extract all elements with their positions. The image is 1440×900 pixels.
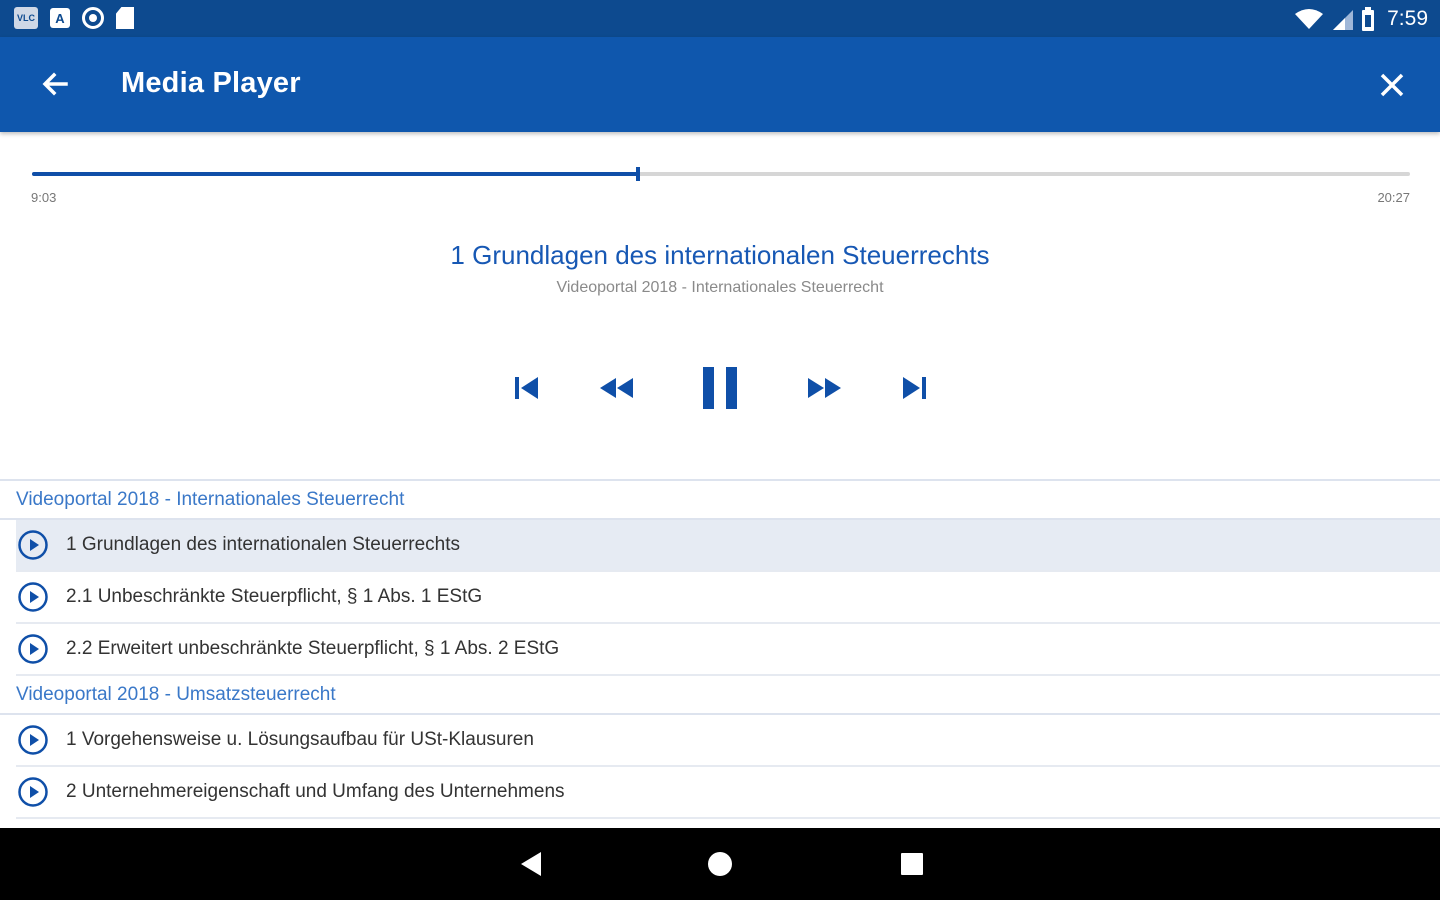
signal-icon [1333, 10, 1354, 30]
playlist-item[interactable]: 2.2 Erweitert unbeschränkte Steuerpflich… [16, 624, 1440, 676]
rewind-button[interactable] [593, 368, 641, 408]
skip-next-button[interactable] [892, 368, 936, 408]
playlist-item-label: 2 Unternehmereigenschaft und Umfang des … [66, 781, 565, 802]
playlist-item-partial[interactable] [16, 819, 1440, 828]
status-bar: VLC A 7:59 [0, 0, 1440, 37]
play-circle-icon [18, 582, 48, 612]
skip-previous-icon [515, 377, 538, 399]
skip-previous-button[interactable] [505, 368, 549, 408]
close-icon [1380, 73, 1404, 97]
system-nav-bar [0, 828, 1440, 900]
nav-recents-icon [901, 853, 923, 875]
fast-forward-icon [808, 378, 841, 398]
vlc-icon-label: VLC [17, 13, 35, 23]
nav-recents-button[interactable] [894, 846, 930, 882]
pause-button[interactable] [690, 355, 750, 421]
now-playing-subtitle: Videoportal 2018 - Internationales Steue… [556, 279, 884, 296]
skip-next-icon [903, 377, 926, 399]
time-total: 20:27 [1377, 190, 1410, 205]
seek-bar[interactable] [32, 167, 1410, 181]
nav-home-icon [708, 852, 732, 876]
playlist-group-header: Videoportal 2018 - Umsatzsteuerrecht [0, 676, 1440, 715]
play-circle-icon [18, 777, 48, 807]
vlc-icon: VLC [14, 7, 38, 29]
playlist-item[interactable]: 2 Unternehmereigenschaft und Umfang des … [16, 767, 1440, 819]
wifi-icon [1295, 9, 1324, 29]
battery-icon [1362, 7, 1375, 31]
close-button[interactable] [1372, 65, 1412, 105]
app-a-icon: A [50, 8, 70, 28]
nav-back-icon [521, 852, 541, 876]
playlist-item-label: 1 Grundlagen des internationalen Steuerr… [66, 534, 460, 555]
playlist-item-active[interactable]: 1 Grundlagen des internationalen Steuerr… [16, 520, 1440, 572]
status-time: 7:59 [1387, 7, 1428, 30]
pause-icon [703, 367, 737, 409]
playlist-group-header: Videoportal 2018 - Internationales Steue… [0, 481, 1440, 520]
fast-forward-button[interactable] [800, 368, 848, 408]
play-circle-icon [18, 634, 48, 664]
nav-home-button[interactable] [702, 846, 738, 882]
arrow-back-icon [42, 72, 68, 96]
playlist-item[interactable]: 2.1 Unbeschränkte Steuerpflicht, § 1 Abs… [16, 572, 1440, 624]
playlist-item-label: 1 Vorgehensweise u. Lösungsaufbau für US… [66, 729, 534, 750]
playlist-item-label: 2.2 Erweitert unbeschränkte Steuerpflich… [66, 638, 560, 659]
rewind-icon [600, 378, 633, 398]
playlist: Videoportal 2018 - Internationales Steue… [0, 479, 1440, 828]
seek-bar-thumb[interactable] [636, 167, 641, 181]
play-circle-icon [18, 530, 48, 560]
nav-back-button[interactable] [512, 846, 548, 882]
record-icon [82, 7, 104, 29]
app-bar: Media Player [0, 37, 1440, 132]
sd-card-icon [116, 7, 134, 29]
now-playing-title: 1 Grundlagen des internationalen Steuerr… [450, 240, 990, 270]
playlist-item-label: 2.1 Unbeschränkte Steuerpflicht, § 1 Abs… [66, 586, 483, 607]
time-elapsed: 9:03 [31, 190, 57, 205]
seek-bar-fill [32, 172, 639, 176]
back-button[interactable] [34, 65, 74, 105]
play-circle-icon [18, 725, 48, 755]
page-title: Media Player [121, 67, 301, 99]
playlist-item[interactable]: 1 Vorgehensweise u. Lösungsaufbau für US… [16, 715, 1440, 767]
